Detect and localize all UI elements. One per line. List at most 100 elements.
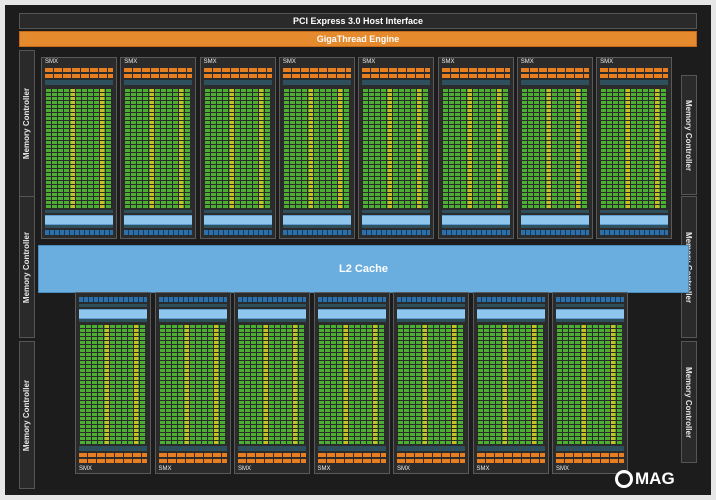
shared-memory-strip [124, 215, 193, 225]
memory-controller-label: Memory Controller [684, 99, 694, 171]
shared-memory-strip [238, 309, 306, 319]
shared-memory-strip [600, 215, 669, 225]
smx-unit: SMX [393, 292, 469, 474]
cuda-core-array [159, 324, 226, 444]
texture-unit-strip [600, 230, 669, 235]
memory-controller-label: Memory Controller [684, 366, 694, 438]
texture-unit-strip [362, 230, 431, 235]
register-file-strip [520, 80, 589, 85]
interconnect-strip [362, 210, 431, 213]
tex-strip [203, 225, 272, 228]
pci-express-host-interface: PCI Express 3.0 Host Interface [19, 13, 697, 29]
memory-controller-left-2: Memory Controller [19, 196, 35, 338]
memory-controller-label: Memory Controller [22, 87, 32, 160]
cuda-core-array [283, 88, 350, 208]
register-file-strip [79, 446, 147, 451]
shared-memory-strip [79, 309, 147, 319]
memory-controller-label: Memory Controller [22, 231, 32, 303]
dispatch-unit-strip [556, 453, 624, 457]
interconnect-strip [397, 319, 465, 322]
smx-label: SMX [124, 59, 138, 65]
shared-memory-strip [158, 309, 227, 319]
smx-label: SMX [441, 59, 455, 65]
cuda-core-array [318, 324, 385, 444]
register-file-strip [124, 80, 193, 85]
memory-controller-left-1: Memory Controller [19, 50, 35, 197]
texture-unit-strip [441, 230, 510, 235]
shared-memory-strip [282, 215, 351, 225]
shared-memory-strip [362, 215, 431, 225]
interconnect-strip [476, 319, 545, 322]
dispatch-unit-strip [362, 74, 431, 78]
tex-strip [476, 304, 545, 307]
smx-unit: SMX [552, 292, 628, 474]
dispatch-unit-strip [317, 453, 386, 457]
warp-scheduler-strip [476, 459, 545, 463]
shared-memory-strip [520, 215, 589, 225]
cuda-core-array [239, 324, 305, 444]
register-file-strip [600, 80, 669, 85]
warp-scheduler-strip [282, 68, 351, 72]
smx-label: SMX [282, 59, 296, 65]
smx-label: SMX [238, 466, 252, 472]
dispatch-unit-strip [203, 74, 272, 78]
smx-unit: SMX [199, 57, 276, 239]
tex-strip [158, 304, 227, 307]
smx-unit: SMX [313, 292, 390, 474]
warp-scheduler-strip [317, 459, 386, 463]
texture-unit-strip [476, 297, 545, 302]
shared-memory-strip [317, 309, 386, 319]
dispatch-unit-strip [397, 453, 465, 457]
smx-unit: SMX [472, 292, 549, 474]
smx-unit: SMX [596, 57, 673, 239]
register-file-strip [238, 446, 306, 451]
dispatch-unit-strip [79, 453, 147, 457]
shared-memory-strip [45, 215, 113, 225]
dispatch-unit-strip [238, 453, 306, 457]
smx-label: SMX [317, 466, 331, 472]
warp-scheduler-strip [600, 68, 669, 72]
memory-controller-right-1: Memory Controller [681, 75, 697, 195]
smx-unit: SMX [516, 57, 593, 239]
memory-controller-label: Memory Controller [22, 379, 32, 451]
warp-scheduler-strip [158, 459, 227, 463]
warp-scheduler-strip [441, 68, 510, 72]
tex-strip [600, 225, 669, 228]
interconnect-strip [556, 319, 624, 322]
register-file-strip [203, 80, 272, 85]
memory-controller-left-3: Memory Controller [19, 341, 35, 489]
register-file-strip [45, 80, 113, 85]
dispatch-unit-strip [158, 453, 227, 457]
gpu-block-diagram: PCI Express 3.0 Host Interface GigaThrea… [5, 5, 711, 495]
tex-strip [520, 225, 589, 228]
tex-strip [362, 225, 431, 228]
interconnect-strip [203, 210, 272, 213]
interconnect-strip [79, 319, 147, 322]
warp-scheduler-strip [79, 459, 147, 463]
gigathread-engine: GigaThread Engine [19, 31, 697, 47]
cuda-core-array [125, 88, 192, 208]
interconnect-strip [238, 319, 306, 322]
texture-unit-strip [124, 230, 193, 235]
texture-unit-strip [397, 297, 465, 302]
cuda-core-array [442, 88, 509, 208]
interconnect-strip [282, 210, 351, 213]
texture-unit-strip [556, 297, 624, 302]
smx-unit: SMX [41, 57, 117, 239]
tex-strip [124, 225, 193, 228]
texture-unit-strip [79, 297, 147, 302]
texture-unit-strip [238, 297, 306, 302]
smx-label: SMX [158, 466, 172, 472]
smx-unit: SMX [278, 57, 355, 239]
register-file-strip [556, 446, 624, 451]
warp-scheduler-strip [45, 68, 113, 72]
dispatch-unit-strip [520, 74, 589, 78]
cuda-core-array [557, 324, 623, 444]
smx-unit: SMX [234, 292, 310, 474]
interconnect-strip [441, 210, 510, 213]
warp-scheduler-strip [362, 68, 431, 72]
dispatch-unit-strip [441, 74, 510, 78]
smx-unit: SMX [358, 57, 435, 239]
dispatch-unit-strip [476, 453, 545, 457]
warp-scheduler-strip [238, 459, 306, 463]
